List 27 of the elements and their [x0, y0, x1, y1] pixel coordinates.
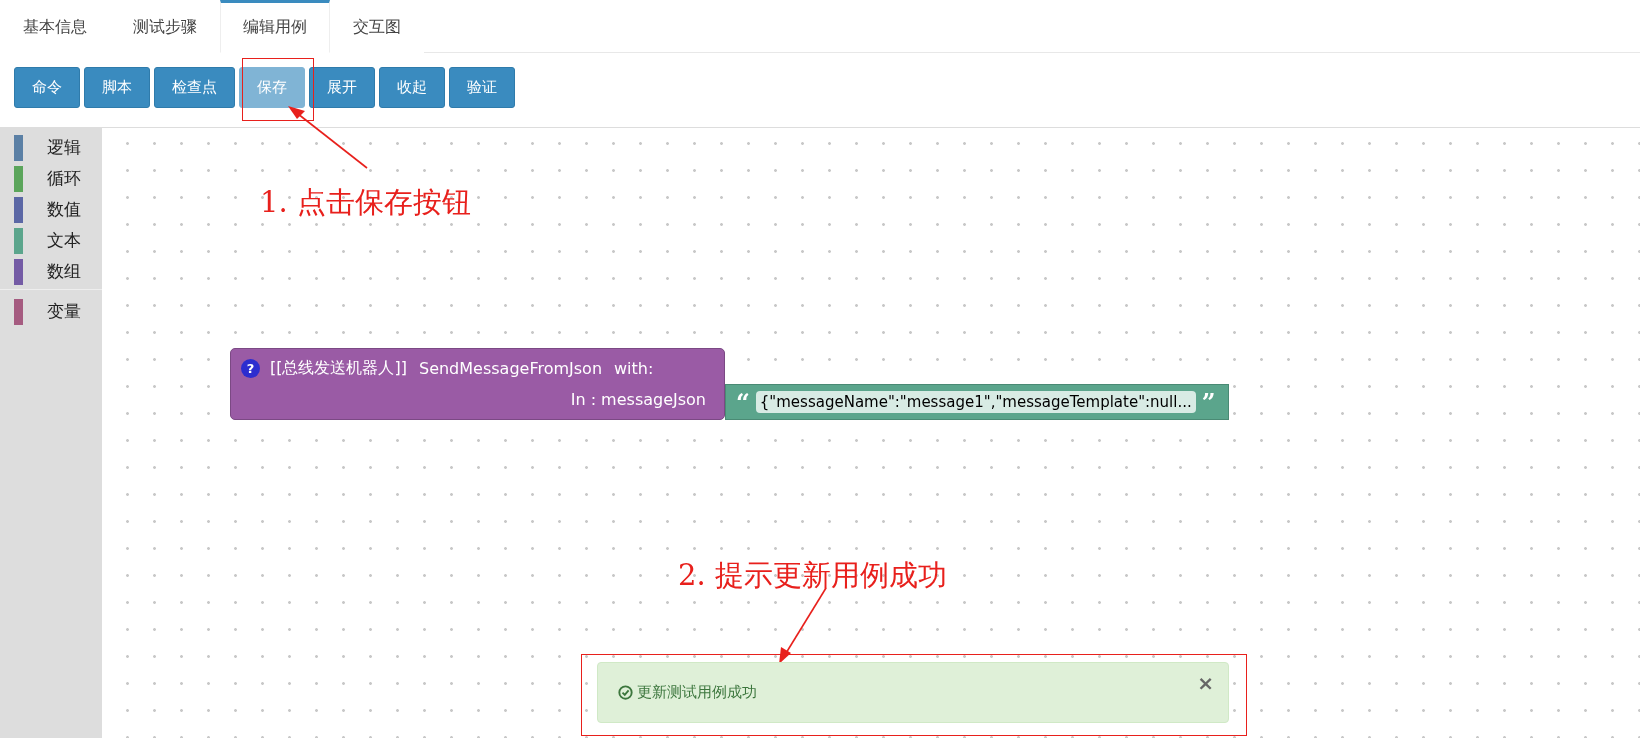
text-value-field[interactable]: {"messageName":"message1","messageTemplate":null... — [755, 391, 1196, 413]
annotation-text: 1. 点击保存按钮 — [260, 184, 471, 221]
toolbar-button[interactable]: 展开 — [309, 67, 375, 108]
tab[interactable]: 编辑用例 — [220, 0, 330, 53]
toolbar-button[interactable]: 脚本 — [84, 67, 150, 108]
input-label: In : messageJson — [570, 389, 706, 409]
help-icon[interactable]: ? — [241, 358, 260, 378]
block-label: [[总线发送机器人]] — [270, 357, 407, 379]
category-item[interactable]: 变量 — [47, 300, 81, 323]
quote-mark: ” — [1201, 391, 1216, 413]
alert-message: 更新测试用例成功 — [637, 683, 757, 702]
close-button[interactable]: × — [1197, 673, 1214, 693]
block-label: SendMessageFromJson — [418, 358, 602, 378]
quote-mark: “ — [736, 391, 750, 413]
block-label: with: — [614, 358, 654, 378]
toolbar-button[interactable]: 命令 — [14, 67, 80, 108]
toolbar-button[interactable]: 验证 — [449, 67, 515, 108]
category-item[interactable]: 数值 — [47, 198, 81, 221]
function-block[interactable]: ? [[总线发送机器人]] SendMessageFromJson with: In : messageJson — [230, 348, 725, 420]
category-item[interactable]: 循环 — [47, 167, 81, 190]
toolbar-button[interactable]: 收起 — [379, 67, 445, 108]
category-item[interactable]: 数组 — [47, 260, 81, 283]
text-block[interactable]: “ {"messageName":"message1","messageTemplate":null... ” — [725, 384, 1229, 420]
category-item[interactable]: 文本 — [47, 229, 81, 252]
annotation-text: 2. 提示更新用例成功 — [678, 557, 947, 594]
category-item[interactable]: 逻辑 — [47, 136, 81, 159]
toolbar-button[interactable]: 检查点 — [154, 67, 235, 108]
